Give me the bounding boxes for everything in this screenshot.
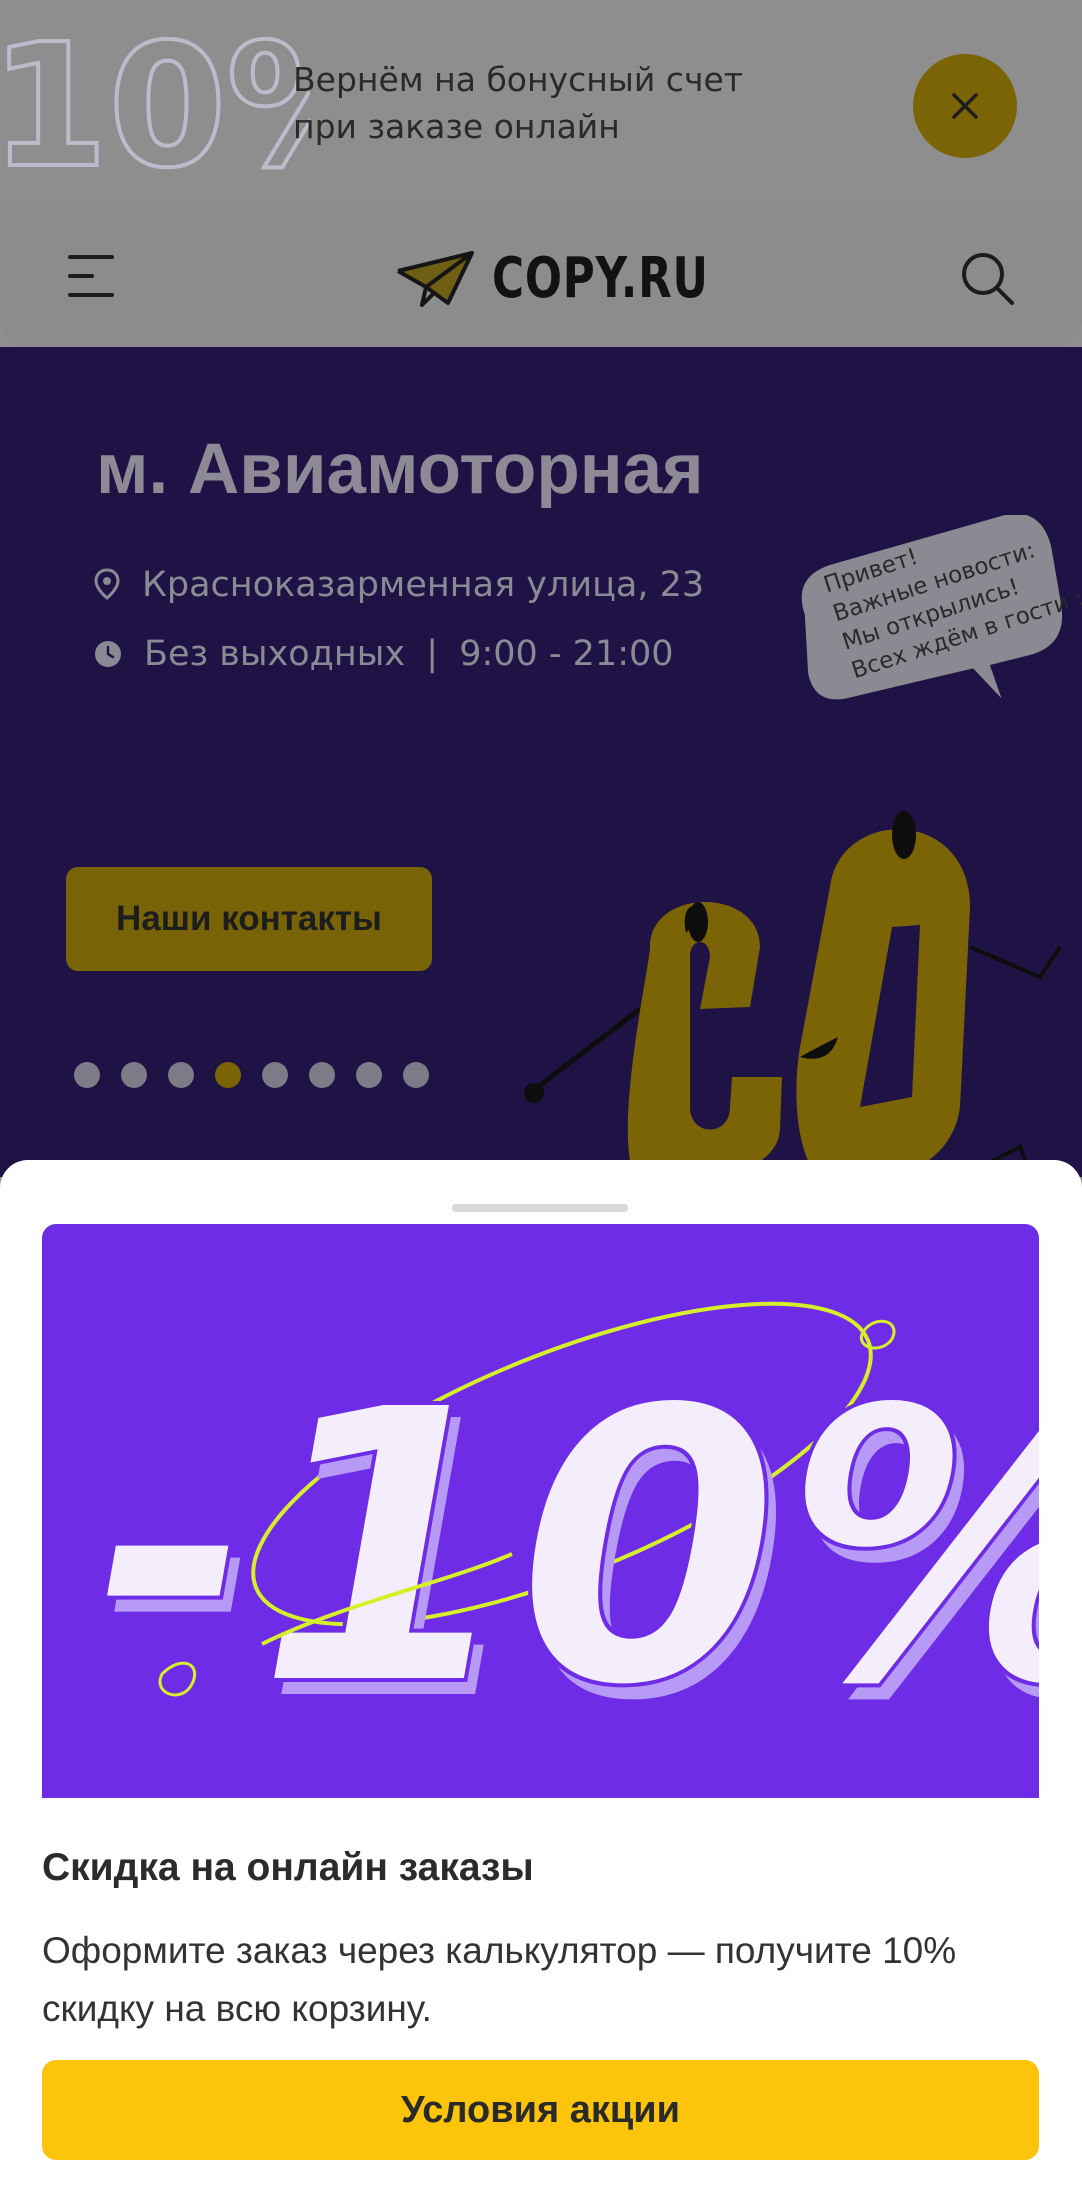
site-header: COPY.RU <box>0 205 1082 347</box>
clock-icon <box>95 641 121 667</box>
slider-dot-active[interactable] <box>215 1062 241 1088</box>
promo-bottom-sheet: -10% -10% Скидка на онлайн заказы Оформи… <box>0 1160 1082 2202</box>
hero-slide: м. Авиамоторная Красноказарменная улица,… <box>0 347 1082 1177</box>
paper-plane-logo-icon <box>397 251 474 307</box>
sheet-title: Скидка на онлайн заказы <box>42 1846 534 1889</box>
hamburger-icon <box>68 255 114 297</box>
promo-art-text: 10% <box>0 8 310 205</box>
contacts-button[interactable]: Наши контакты <box>66 867 432 971</box>
slider-dot[interactable] <box>168 1062 194 1088</box>
hero-title: м. Авиамоторная <box>96 430 704 509</box>
discount-banner-image: -10% -10% <box>42 1224 1039 1798</box>
slider-dot[interactable] <box>121 1062 147 1088</box>
slider-dot[interactable] <box>262 1062 288 1088</box>
sheet-drag-handle[interactable] <box>452 1204 628 1212</box>
slider-dot[interactable] <box>309 1062 335 1088</box>
location-pin-icon <box>94 568 120 600</box>
slider-dots <box>74 1062 429 1088</box>
sheet-description: Оформите заказ через калькулятор — получ… <box>42 1930 957 2029</box>
slider-dot[interactable] <box>74 1062 100 1088</box>
mascot-illustration <box>524 811 1062 1177</box>
promo-10-percent-art: 10% <box>0 6 310 205</box>
hero-address: Красноказарменная улица, 23 <box>142 565 705 605</box>
slider-dot[interactable] <box>403 1062 429 1088</box>
menu-button[interactable] <box>62 251 122 301</box>
logo-text: COPY.RU <box>492 245 709 311</box>
search-icon <box>962 253 1014 305</box>
hero-schedule-hours: 9:00 - 21:00 <box>459 634 674 674</box>
logo[interactable]: COPY.RU <box>396 245 770 311</box>
hero-schedule-separator: | <box>426 634 439 674</box>
slider-dot[interactable] <box>356 1062 382 1088</box>
promo-terms-button[interactable]: Условия акции <box>42 2060 1039 2160</box>
promo-text: Вернём на бонусный счет при заказе онлай… <box>293 60 743 146</box>
discount-text: -10% <box>54 1329 1039 1771</box>
promo-close-button[interactable] <box>913 54 1017 158</box>
hero-schedule-days: Без выходных <box>144 634 406 674</box>
hero-address-row: Красноказарменная улица, 23 <box>94 565 704 605</box>
discount-illustration: -10% -10% <box>52 1301 1039 1784</box>
search-button[interactable] <box>958 249 1018 309</box>
hero-hours-row: Без выходных | 9:00 - 21:00 <box>94 634 674 674</box>
close-icon <box>952 93 978 119</box>
